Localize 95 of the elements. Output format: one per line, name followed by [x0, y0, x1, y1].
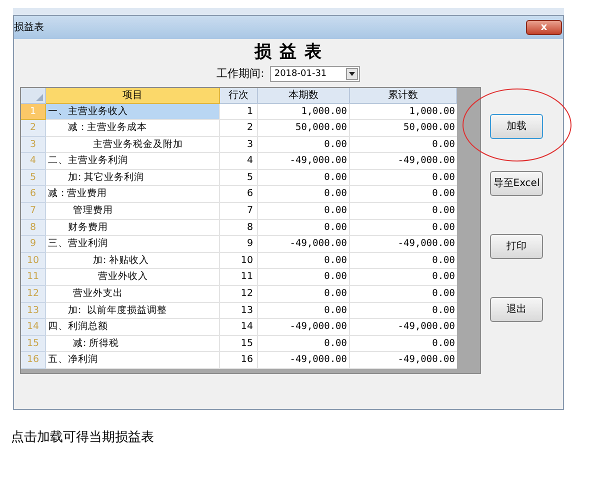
- table-cell: 四、利润总额: [46, 319, 220, 336]
- row-number[interactable]: 15: [21, 336, 46, 352]
- caption-text: 点击加载可得当期损益表: [11, 429, 155, 447]
- table-cell: 16: [220, 352, 258, 369]
- row-number[interactable]: 11: [21, 269, 46, 286]
- window-title: 损益表: [14, 20, 44, 35]
- table-cell: 营业外收入: [46, 269, 220, 286]
- table-cell: 0.00: [350, 136, 457, 154]
- table-cell: 0.00: [258, 136, 350, 154]
- table-cell: 5: [220, 170, 258, 186]
- table-cell: -49,000.00: [258, 352, 350, 369]
- table-cell: 7: [220, 203, 258, 220]
- table-cell: 0.00: [350, 220, 457, 236]
- table-cell: 9: [220, 236, 258, 253]
- row-number[interactable]: 10: [21, 252, 46, 270]
- row-number[interactable]: 13: [21, 302, 46, 320]
- table-cell: 0.00: [350, 269, 457, 286]
- table-cell: 三、营业利润: [46, 236, 220, 253]
- row-number[interactable]: 12: [21, 286, 46, 303]
- table-cell: -49,000.00: [258, 236, 350, 253]
- table-cell: 10: [220, 252, 258, 270]
- table-cell: 50,000.00: [350, 120, 457, 137]
- table-cell: 1: [220, 104, 258, 120]
- table-cell: 1,000.00: [350, 104, 457, 120]
- table-cell: 减: 所得税: [46, 336, 220, 352]
- column-header[interactable]: 项目: [46, 88, 220, 104]
- table-cell: 0.00: [258, 170, 350, 186]
- row-number[interactable]: 16: [21, 352, 46, 369]
- row-number[interactable]: 9: [21, 236, 46, 253]
- table-cell: 0.00: [258, 252, 350, 270]
- row-number[interactable]: 5: [21, 170, 46, 186]
- period-label: 工作期间:: [216, 66, 264, 82]
- table-cell: 主营业务税金及附加: [46, 136, 220, 154]
- table-cell: -49,000.00: [350, 236, 457, 253]
- table-cell: 一、主营业务收入: [46, 104, 220, 120]
- table-cell: 0.00: [258, 220, 350, 236]
- table-cell: 减 : 主营业务成本: [46, 120, 220, 137]
- table-cell: 0.00: [350, 252, 457, 270]
- table-cell: -49,000.00: [258, 319, 350, 336]
- row-number[interactable]: 8: [21, 220, 46, 236]
- table-cell: 0.00: [258, 336, 350, 352]
- table-cell: 减 : 营业费用: [46, 186, 220, 204]
- action-button[interactable]: 退出: [490, 296, 543, 322]
- table-cell: 0.00: [350, 286, 457, 303]
- table-cell: 0.00: [350, 302, 457, 320]
- table-cell: 加: 补贴收入: [46, 252, 220, 270]
- table-cell: -49,000.00: [258, 153, 350, 170]
- table-cell: -49,000.00: [350, 153, 457, 170]
- row-number[interactable]: 6: [21, 186, 46, 204]
- table-cell: 0.00: [258, 286, 350, 303]
- table-cell: -49,000.00: [350, 319, 457, 336]
- table-cell: 3: [220, 136, 258, 154]
- table-cell: 4: [220, 153, 258, 170]
- column-header[interactable]: 本期数: [258, 88, 350, 104]
- table-cell: 2: [220, 120, 258, 137]
- row-number[interactable]: 3: [21, 136, 46, 154]
- action-button[interactable]: 导至Excel: [490, 170, 543, 196]
- column-header[interactable]: 行次: [220, 88, 258, 104]
- table-cell: 1,000.00: [258, 104, 350, 120]
- table-cell: 11: [220, 269, 258, 286]
- table-cell: 15: [220, 336, 258, 352]
- table-cell: 0.00: [350, 170, 457, 186]
- table-cell: 0.00: [350, 186, 457, 204]
- row-number[interactable]: 1: [21, 104, 46, 120]
- table-cell: 0.00: [258, 203, 350, 220]
- table-cell: 0.00: [258, 269, 350, 286]
- column-header[interactable]: 累计数: [350, 88, 457, 104]
- table-cell: 0.00: [350, 336, 457, 352]
- table-cell: 管理费用: [46, 203, 220, 220]
- close-button[interactable]: x: [526, 20, 562, 35]
- table-cell: -49,000.00: [350, 352, 457, 369]
- select-all-icon: [36, 94, 43, 100]
- row-number[interactable]: 4: [21, 153, 46, 170]
- table-cell: 营业外支出: [46, 286, 220, 303]
- table-cell: 财务费用: [46, 220, 220, 236]
- action-button[interactable]: 加载: [490, 114, 543, 138]
- table-cell: 0.00: [258, 302, 350, 320]
- action-button[interactable]: 打印: [490, 234, 543, 258]
- table-cell: 加: 以前年度损益调整: [46, 302, 220, 320]
- table-cell: 14: [220, 319, 258, 336]
- table-cell: 12: [220, 286, 258, 303]
- table-cell: 6: [220, 186, 258, 204]
- table-cell: 13: [220, 302, 258, 320]
- table-cell: 五、净利润: [46, 352, 220, 369]
- period-dropdown[interactable]: 2018-01-31: [270, 66, 360, 82]
- table-cell: 0.00: [258, 186, 350, 204]
- row-number[interactable]: 2: [21, 120, 46, 137]
- report-title: 损 益 表: [254, 41, 322, 63]
- table-cell: 0.00: [350, 203, 457, 220]
- table-cell: 8: [220, 220, 258, 236]
- table-cell: 50,000.00: [258, 120, 350, 137]
- row-number[interactable]: 7: [21, 203, 46, 220]
- table-cell: 加: 其它业务利润: [46, 170, 220, 186]
- table-cell: 二、主营业务利润: [46, 153, 220, 170]
- row-number[interactable]: 14: [21, 319, 46, 336]
